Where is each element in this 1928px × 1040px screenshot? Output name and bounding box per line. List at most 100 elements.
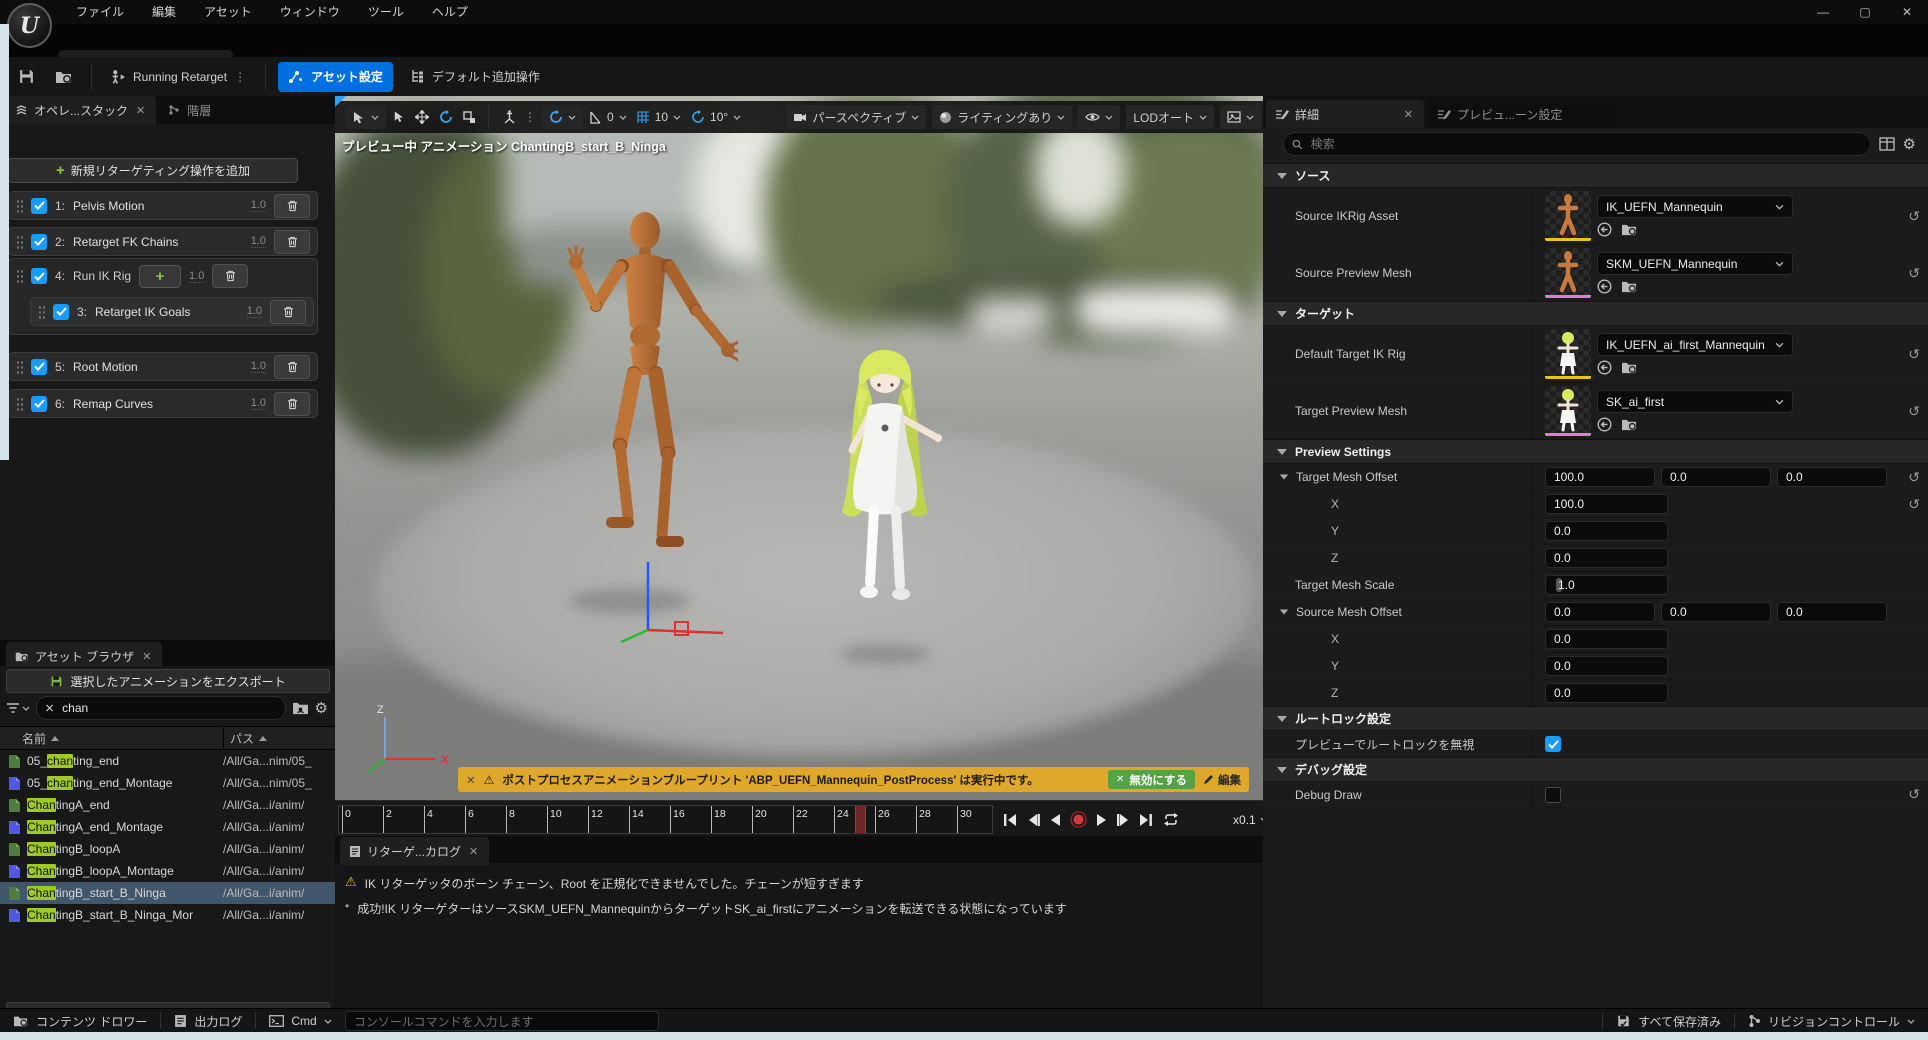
saved-search-folder-icon[interactable] [292,701,309,715]
op-weight[interactable]: 1.0 [251,397,266,410]
column-view-icon[interactable] [1879,137,1895,151]
asset-thumbnail-mannequin[interactable] [1545,191,1591,241]
op-enabled-checkbox[interactable] [31,268,47,284]
disable-postprocess-button[interactable]: ✕ 無効にする [1108,770,1195,789]
drag-handle-icon[interactable] [16,397,23,411]
asset-row[interactable]: 05_chanting_end /All/Ga...nim/05_ [0,750,335,772]
delete-op-button[interactable] [274,355,310,379]
drag-handle-icon[interactable] [16,199,23,213]
viewport-3d[interactable]: Z X ⋮ 0 [335,96,1267,800]
record-button[interactable] [1070,811,1087,828]
log-close-icon[interactable]: ✕ [467,845,480,858]
asset-thumbnail-girl[interactable] [1545,386,1591,436]
reset-to-default-icon[interactable]: ↺ [1908,403,1920,420]
timeline-playhead[interactable] [855,806,866,833]
z-value-field[interactable]: 0.0 [1545,683,1668,703]
default-chain-ops-button[interactable]: デフォルト追加操作 [399,62,550,92]
op-row-retarget-fk-chains[interactable]: 2: Retarget FK Chains 1.0 [8,227,318,256]
add-retarget-op-button[interactable]: + 新規リターゲティング操作を追加 [8,158,298,183]
scale-snap-button[interactable]: 0 [585,105,631,129]
viewport-options-button[interactable] [345,105,386,129]
offset-x-field[interactable]: 100.0 [1545,467,1655,487]
op-weight[interactable]: 1.0 [251,360,266,373]
unreal-logo[interactable]: U [7,3,52,48]
select-tool-button[interactable] [388,105,409,129]
property-label[interactable]: Source Mesh Offset [1263,599,1532,625]
save-status-button[interactable]: すべて保存済み [1603,1009,1734,1032]
save-button[interactable] [8,62,45,92]
asset-search-input[interactable] [60,700,276,716]
asset-settings-button[interactable]: アセット設定 [278,62,393,92]
reset-to-default-icon[interactable]: ↺ [1908,346,1920,363]
add-child-op-button[interactable]: + [139,265,181,288]
window-close-button[interactable]: ✕ [1886,0,1928,24]
asset-row[interactable]: ChantingA_end_Montage /All/Ga...i/anim/ [0,816,335,838]
output-log-button[interactable]: 出力ログ [161,1009,255,1032]
rotation-snap-button[interactable]: 10° [687,105,745,129]
y-value-field[interactable]: 0.0 [1545,521,1668,541]
reset-to-default-icon[interactable]: ↺ [1908,469,1920,486]
x-value-field[interactable]: 100.0 [1545,494,1668,514]
op-stack-close-icon[interactable]: ✕ [134,104,147,117]
property-label[interactable]: Target Mesh Offset [1263,464,1532,490]
section-root-lock[interactable]: ルートロック設定 [1263,706,1928,730]
reset-to-default-icon[interactable]: ↺ [1908,496,1920,513]
scale-tool-button[interactable] [459,105,480,129]
asset-row[interactable]: ChantingB_start_B_Ninga_Mor /All/Ga...i/… [0,904,335,926]
offset-z-field[interactable]: 0.0 [1777,602,1887,622]
perspective-button[interactable]: パースペクティブ [786,105,926,129]
warning-close-icon[interactable]: ✕ [466,773,476,787]
asset-settings-gear-icon[interactable]: ⚙ [315,699,328,717]
rotation-mode-button[interactable] [542,105,583,129]
section-target[interactable]: ターゲット [1263,301,1928,325]
op-row-root-motion[interactable]: 5: Root Motion 1.0 [8,352,318,381]
column-name[interactable]: 名前 [0,730,59,747]
op-row-remap-curves[interactable]: 6: Remap Curves 1.0 [8,389,318,418]
timeline-ruler[interactable]: 0 2 4 6 8 10 12 14 16 18 20 22 24 26 28 … [338,805,993,834]
asset-row[interactable]: ChantingB_loopA /All/Ga...i/anim/ [0,838,335,860]
menu-edit[interactable]: 編集 [138,0,190,24]
menu-window[interactable]: ウィンドウ [266,0,354,24]
more-options-icon[interactable]: ⋮ [234,70,247,84]
browse-asset-icon[interactable] [1621,417,1638,432]
asset-search-box[interactable] [36,696,286,720]
op-weight[interactable]: 1.0 [251,199,266,212]
details-close-icon[interactable]: ✕ [1402,108,1415,121]
cmd-dropdown[interactable]: Cmd [256,1009,344,1032]
window-maximize-button[interactable]: ▢ [1844,0,1886,24]
scale-value-field[interactable]: 1.0 [1545,575,1668,595]
source-mesh-dropdown[interactable]: SKM_UEFN_Mannequin [1597,252,1793,275]
window-minimize-button[interactable]: — [1802,0,1844,24]
target-anime-girl-character[interactable] [810,340,960,650]
reset-to-default-icon[interactable]: ↺ [1908,208,1920,225]
op-enabled-checkbox[interactable] [31,359,47,375]
source-ikrig-dropdown[interactable]: IK_UEFN_Mannequin [1597,195,1793,218]
op-row-pelvis-motion[interactable]: 1: Pelvis Motion 1.0 [8,191,318,220]
asset-row[interactable]: ChantingA_end /All/Ga...i/anim/ [0,794,335,816]
op-weight[interactable]: 1.0 [247,305,262,318]
op-weight[interactable]: 1.0 [251,235,266,248]
details-search-box[interactable] [1283,132,1871,156]
log-warning-line[interactable]: ⚠ IK リターゲッタのボーン チェーン、Root を正規化できませんでした。チ… [345,875,864,892]
offset-x-field[interactable]: 0.0 [1545,602,1655,622]
coordinate-space-button[interactable] [499,105,520,129]
details-settings-gear-icon[interactable]: ⚙ [1903,135,1916,153]
tab-preview-scene-settings[interactable]: プレビュ...ーン設定 [1428,100,1616,128]
drag-handle-icon[interactable] [38,305,45,319]
use-selected-asset-icon[interactable] [1597,222,1612,237]
menu-tools[interactable]: ツール [354,0,418,24]
asset-thumbnail-mannequin[interactable] [1545,248,1591,298]
console-command-input[interactable]: コンソールコマンドを入力します [345,1011,659,1031]
delete-op-button[interactable] [274,392,310,416]
debug-draw-checkbox[interactable] [1545,787,1561,803]
column-path[interactable]: パス [223,727,335,749]
tab-retarget-log[interactable]: リターゲ...カログ ✕ [340,837,489,865]
tab-hierarchy[interactable]: 階層 [159,96,220,124]
step-back-button[interactable] [1027,813,1040,827]
z-value-field[interactable]: 0.0 [1545,548,1668,568]
vp-more-icon[interactable]: ⋮ [524,110,536,124]
translate-tool-button[interactable] [411,105,433,129]
delete-op-button[interactable] [274,194,310,218]
screenshot-button[interactable] [1220,105,1261,129]
asset-row[interactable]: ChantingB_loopA_Montage /All/Ga...i/anim… [0,860,335,882]
